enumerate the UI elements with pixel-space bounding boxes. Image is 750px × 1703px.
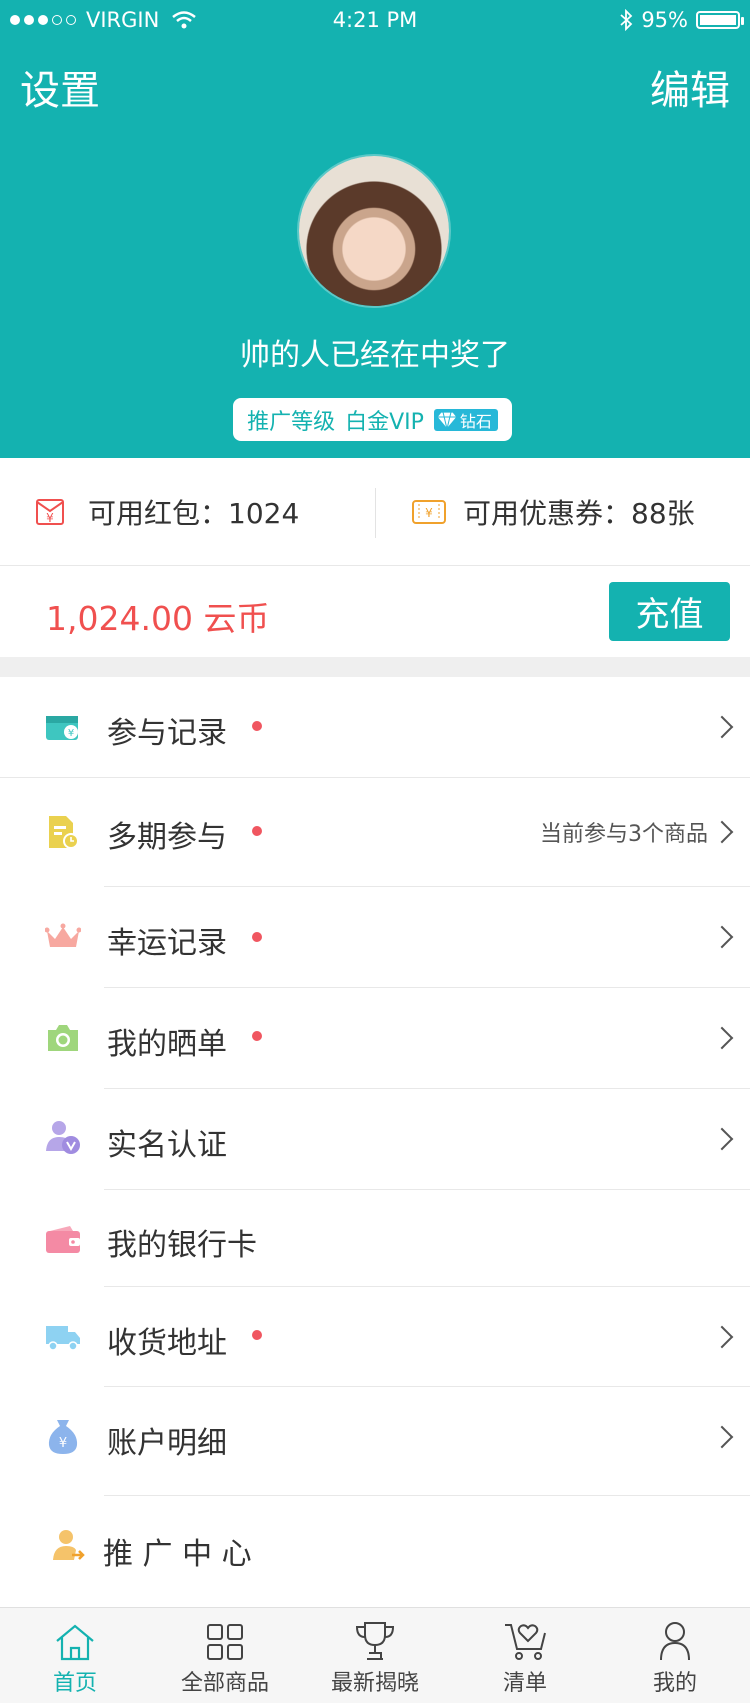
menu-item-real-name-auth[interactable]: 实名认证 bbox=[0, 1089, 750, 1189]
truck-icon bbox=[45, 1319, 81, 1355]
red-packet-label: 可用红包：1024 bbox=[88, 496, 300, 530]
diamond-badge: 钻石 bbox=[433, 408, 498, 431]
coupon-item[interactable]: ¥ 可用优惠券：88张 bbox=[411, 458, 695, 565]
menu-item-label: 账户明细 bbox=[107, 1426, 227, 1461]
menu-item-lucky-records[interactable]: 幸运记录 bbox=[0, 887, 750, 987]
home-icon bbox=[56, 1624, 94, 1661]
menu-item-label: 参与记录 bbox=[107, 716, 227, 751]
menu-item-account-details[interactable]: ¥ 账户明细 bbox=[0, 1387, 750, 1495]
coupon-label: 可用优惠券：88张 bbox=[463, 496, 695, 530]
red-packet-icon: ¥ bbox=[36, 498, 64, 525]
trophy-icon bbox=[355, 1622, 395, 1660]
menu-item-label: 多期参与 bbox=[107, 820, 227, 855]
notification-dot bbox=[252, 1330, 262, 1340]
bank-card-icon bbox=[45, 1222, 81, 1258]
coupon-icon: ¥ bbox=[412, 499, 446, 524]
tab-label: 我的 bbox=[652, 1671, 697, 1696]
svg-text:¥: ¥ bbox=[59, 1436, 67, 1451]
vip-level-badge: 推广等级 白金VIP 钻石 bbox=[233, 398, 512, 441]
notification-dot bbox=[252, 932, 262, 942]
crown-icon bbox=[45, 919, 81, 955]
notification-dot bbox=[252, 826, 262, 836]
camera-icon bbox=[45, 1020, 81, 1056]
battery-percent: 95% bbox=[641, 8, 688, 32]
menu-item-participation-records[interactable]: ¥ 参与记录 bbox=[0, 677, 750, 777]
chevron-right-icon bbox=[710, 1425, 734, 1449]
level-label: 推广等级 bbox=[247, 409, 336, 435]
bottom-tab-bar: 首页 全部商品 最新揭晓 清单 我的 bbox=[0, 1607, 750, 1703]
menu-item-label: 收货地址 bbox=[107, 1326, 227, 1361]
tab-label: 最新揭晓 bbox=[330, 1671, 419, 1696]
tab-mine[interactable]: 我的 bbox=[600, 1608, 750, 1703]
notification-dot bbox=[252, 1031, 262, 1041]
tab-latest-results[interactable]: 最新揭晓 bbox=[300, 1608, 450, 1703]
tab-label: 全部商品 bbox=[180, 1671, 269, 1696]
edit-button[interactable]: 编辑 bbox=[650, 58, 730, 116]
tab-label: 首页 bbox=[52, 1671, 97, 1696]
battery-status: 95% bbox=[619, 8, 744, 32]
tab-label: 清单 bbox=[502, 1671, 547, 1696]
wallet-divider bbox=[375, 488, 376, 538]
menu-item-label: 推 广 中 心 bbox=[103, 1537, 252, 1572]
menu-item-label: 幸运记录 bbox=[107, 926, 227, 961]
svg-text:¥: ¥ bbox=[425, 506, 433, 520]
chevron-right-icon bbox=[710, 1127, 734, 1151]
tab-list[interactable]: 清单 bbox=[450, 1608, 600, 1703]
bluetooth-icon bbox=[620, 9, 633, 31]
chevron-right-icon bbox=[710, 820, 734, 844]
status-bar: VIRGIN 4:21 PM 95% bbox=[0, 0, 750, 44]
wallet-summary: ¥ 可用红包：1024 ¥ 可用优惠券：88张 bbox=[0, 458, 750, 565]
red-packet-item[interactable]: ¥ 可用红包：1024 bbox=[34, 458, 299, 565]
section-gap bbox=[0, 657, 750, 677]
promoter-icon bbox=[50, 1528, 86, 1564]
coin-balance: 1,024.00 云币 bbox=[46, 599, 270, 638]
menu-item-label: 我的晒单 bbox=[107, 1027, 227, 1062]
menu-item-label: 我的银行卡 bbox=[107, 1228, 257, 1263]
chevron-right-icon bbox=[710, 1325, 734, 1349]
balance-row: 1,024.00 云币 充值 bbox=[0, 566, 750, 657]
settings-button[interactable]: 设置 bbox=[20, 58, 100, 116]
battery-icon bbox=[696, 11, 744, 29]
menu-item-bank-card[interactable]: 我的银行卡 bbox=[0, 1190, 750, 1285]
svg-text:¥: ¥ bbox=[46, 511, 54, 525]
grid-icon bbox=[207, 1624, 243, 1660]
svg-text:¥: ¥ bbox=[68, 728, 74, 739]
chevron-right-icon bbox=[710, 925, 734, 949]
document-clock-icon bbox=[45, 814, 81, 850]
money-bag-icon: ¥ bbox=[45, 1419, 81, 1455]
diamond-label: 钻石 bbox=[459, 411, 492, 431]
menu-item-subtitle: 当前参与3个商品 bbox=[540, 822, 708, 847]
tab-home[interactable]: 首页 bbox=[0, 1608, 150, 1703]
menu-item-promotion-center[interactable]: 推 广 中 心 bbox=[0, 1496, 750, 1606]
recharge-button[interactable]: 充值 bbox=[609, 582, 730, 641]
profile-header: VIRGIN 4:21 PM 95% 设置 编辑 帅的人已经在中奖了 推广等级 … bbox=[0, 0, 750, 458]
chevron-right-icon bbox=[710, 715, 734, 739]
cart-heart-icon bbox=[505, 1624, 546, 1660]
menu-item-my-shares[interactable]: 我的晒单 bbox=[0, 988, 750, 1088]
user-verify-icon bbox=[45, 1119, 81, 1155]
tab-all-products[interactable]: 全部商品 bbox=[150, 1608, 300, 1703]
person-icon bbox=[660, 1622, 690, 1661]
wallet-icon: ¥ bbox=[45, 709, 81, 745]
menu-item-multi-period[interactable]: 多期参与 当前参与3个商品 bbox=[0, 778, 750, 886]
menu-item-label: 实名认证 bbox=[107, 1128, 227, 1163]
chevron-right-icon bbox=[710, 1026, 734, 1050]
menu-item-shipping-address[interactable]: 收货地址 bbox=[0, 1287, 750, 1386]
level-value: 白金VIP bbox=[345, 409, 424, 435]
diamond-icon bbox=[436, 410, 458, 430]
notification-dot bbox=[252, 721, 262, 731]
avatar[interactable] bbox=[299, 156, 449, 306]
username: 帅的人已经在中奖了 bbox=[240, 338, 510, 373]
